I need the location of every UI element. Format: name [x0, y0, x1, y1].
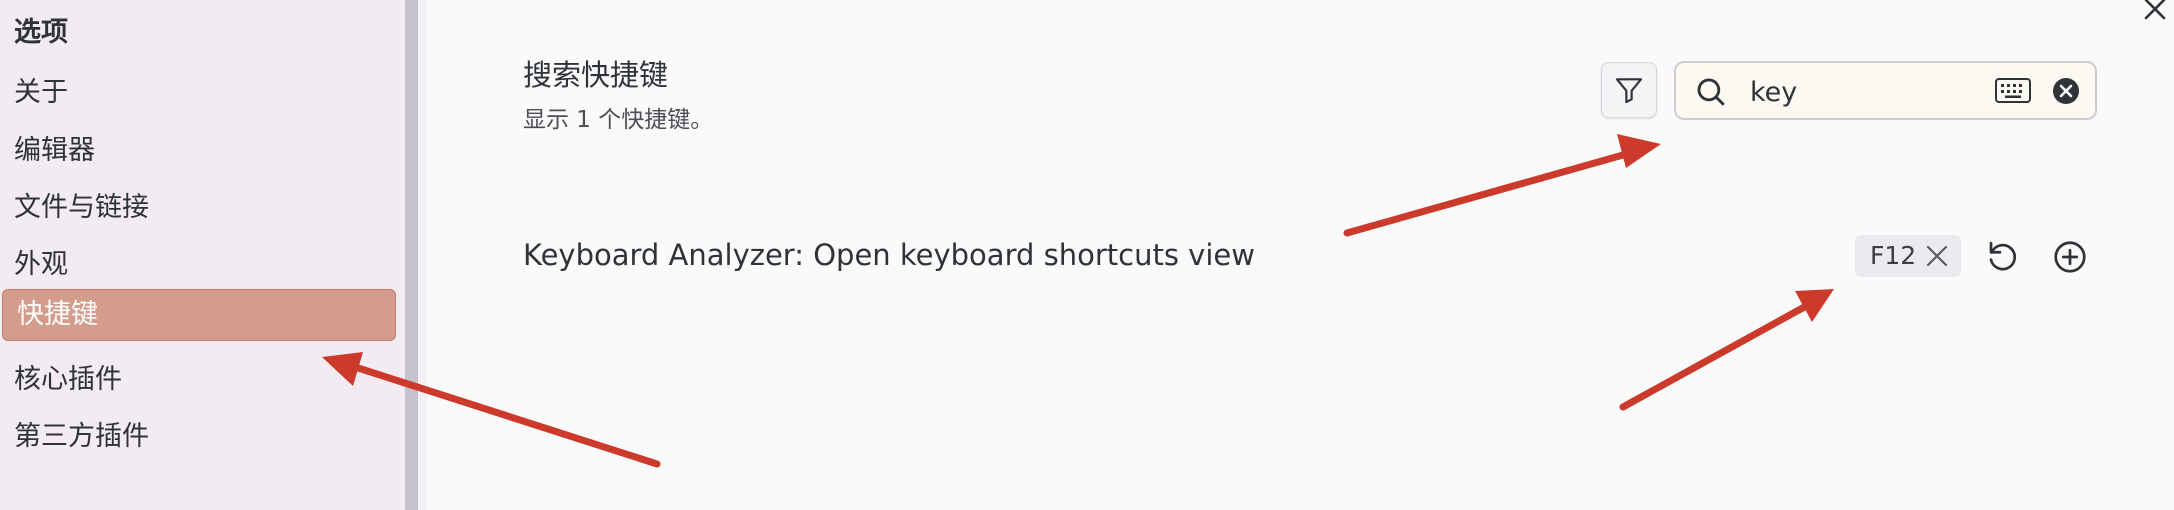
search-field[interactable] — [1674, 61, 2097, 120]
hotkey-chip: F12 — [1855, 235, 1961, 277]
page-title: 搜索快捷键 — [523, 58, 669, 92]
filter-button[interactable] — [1601, 62, 1657, 118]
clear-search-icon[interactable] — [2051, 76, 2081, 106]
reset-icon[interactable] — [1985, 238, 2021, 274]
sidebar-item-about[interactable]: 关于 — [14, 70, 68, 109]
add-hotkey-icon[interactable] — [2052, 239, 2088, 275]
annotation-arrow-search — [1343, 134, 1661, 237]
sidebar-resize-handle[interactable] — [405, 0, 418, 510]
hotkey-key: F12 — [1870, 241, 1917, 270]
sidebar-item-files-links[interactable]: 文件与链接 — [14, 185, 149, 224]
sidebar-item-core-plugins[interactable]: 核心插件 — [14, 357, 122, 396]
sidebar-divider-shadow — [418, 0, 427, 510]
search-icon — [1697, 78, 1725, 106]
sidebar-item-appearance[interactable]: 外观 — [14, 242, 68, 281]
sidebar-item-editor[interactable]: 编辑器 — [14, 128, 95, 167]
search-input[interactable] — [1748, 71, 1952, 113]
filter-icon — [1615, 78, 1643, 104]
remove-hotkey-icon[interactable] — [1925, 244, 1949, 268]
settings-sidebar: 选项 关于 编辑器 文件与链接 外观 快捷键 核心插件 第三方插件 — [0, 0, 405, 510]
keyboard-icon[interactable] — [1994, 76, 2032, 106]
sidebar-item-hotkeys[interactable]: 快捷键 — [2, 289, 396, 341]
annotation-arrow-hotkey — [1619, 289, 1834, 411]
sidebar-section-title: 选项 — [14, 17, 68, 48]
command-name: Keyboard Analyzer: Open keyboard shortcu… — [523, 238, 1255, 272]
close-icon[interactable] — [2140, 0, 2170, 24]
sidebar-item-community-plugins[interactable]: 第三方插件 — [14, 414, 149, 453]
hotkey-count-text: 显示 1 个快捷键。 — [523, 107, 714, 133]
